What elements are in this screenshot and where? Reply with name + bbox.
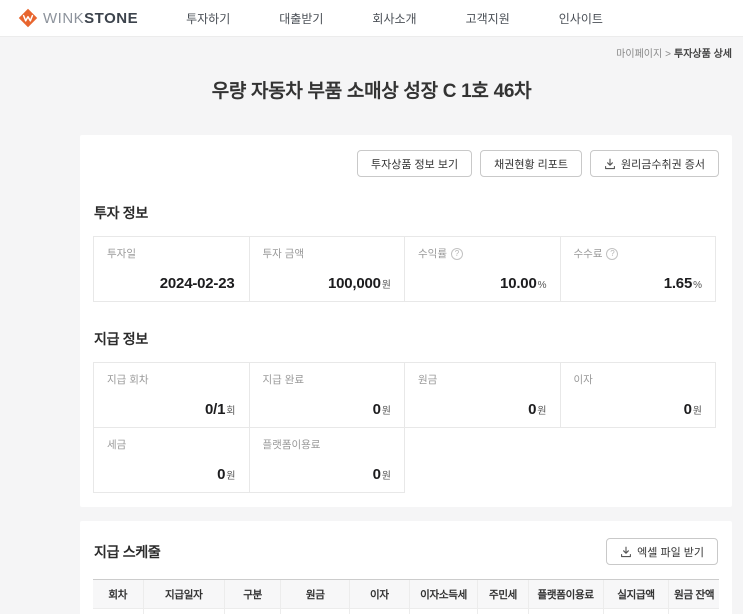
cell-net-payment: 101,684원	[602, 608, 669, 614]
schedule-table: 회차 지급일자 구분 원금 이자 이자소득세 주민세 플랫폼이용료 실지급액 원…	[93, 579, 719, 614]
breadcrumb-parent[interactable]: 마이페이지	[616, 49, 662, 60]
tax-cell: 세금 0원	[93, 427, 250, 493]
payment-complete-cell: 지급 완료 0원	[248, 362, 405, 428]
investment-info-grid: 투자일 2024-02-23 투자 금액 100,000원 수익률 ? 10.0…	[93, 236, 719, 302]
payment-count-cell: 지급 회차 0/1회	[93, 362, 250, 428]
certificate-button-label: 원리금수취권 증서	[620, 158, 705, 171]
yield-help-icon[interactable]: ?	[450, 247, 463, 260]
payment-info-heading: 지급 정보	[94, 331, 148, 347]
col-header-interest: 이자	[349, 579, 410, 609]
investment-detail-card: 투자상품 정보 보기 채권현황 리포트 원리금수취권 증서 투자 정보 투자일 …	[80, 135, 732, 507]
cell-principal-balance: 0원	[668, 608, 719, 614]
col-header-resident-tax: 주민세	[477, 579, 529, 609]
card-actions: 투자상품 정보 보기 채권현황 리포트 원리금수취권 증서	[93, 150, 719, 177]
header: WINKSTONE 투자하기 대출받기 회사소개 고객지원 인사이트	[0, 0, 743, 37]
payment-schedule-card: 지급 스케줄 엑셀 파일 받기 회차 지급일자 구분 원금 이자 이자소득세 주…	[80, 521, 732, 614]
yield-cell: 수익률 ? 10.00%	[404, 236, 561, 302]
schedule-header-row: 회차 지급일자 구분 원금 이자 이자소득세 주민세 플랫폼이용료 실지급액 원…	[93, 579, 719, 609]
nav-item-invest[interactable]: 투자하기	[186, 10, 230, 27]
payment-complete-value: 0	[372, 401, 381, 418]
interest-label: 이자	[573, 374, 593, 386]
bond-report-button-label: 채권현황 리포트	[494, 158, 568, 171]
fee-help-icon[interactable]: ?	[606, 247, 619, 260]
col-header-payment-date: 지급일자	[142, 579, 225, 609]
principal-value: 0	[528, 401, 537, 418]
yield-label: 수익률	[418, 248, 447, 260]
col-header-principal: 원금	[280, 579, 350, 609]
col-header-type: 구분	[223, 579, 281, 609]
download-icon	[620, 546, 632, 558]
invest-amount-value: 100,000	[327, 275, 381, 292]
brand-wordmark: WINKSTONE	[43, 9, 139, 27]
col-header-principal-balance: 원금 잔액	[668, 579, 719, 609]
page-title: 우량 자동차 부품 소매상 성장 C 1호 46차	[211, 81, 532, 102]
cell-interest: 2,459원	[349, 608, 410, 614]
invest-date-cell: 투자일 2024-02-23	[93, 236, 250, 302]
payment-count-label: 지급 회차	[107, 374, 149, 386]
breadcrumb: 마이페이지 > 투자상품 상세	[80, 37, 732, 60]
product-info-button[interactable]: 투자상품 정보 보기	[357, 150, 473, 177]
yield-value: 10.00	[500, 275, 537, 292]
bond-report-button[interactable]: 채권현황 리포트	[480, 150, 582, 177]
cell-interest-tax: 340원	[408, 608, 478, 614]
invest-amount-cell: 투자 금액 100,000원	[248, 236, 405, 302]
schedule-row: 1회차 2024-05-24 상환예정 100,000원 2,459원 340원…	[93, 608, 719, 614]
interest-cell: 이자 0원	[559, 362, 716, 428]
col-header-platform-fee: 플랫폼이용료	[527, 579, 604, 609]
col-header-net-payment: 실지급액	[602, 579, 669, 609]
platform-fee-label: 플랫폼이용료	[262, 439, 321, 451]
brand-diamond-icon	[18, 8, 38, 28]
fee-label: 수수료	[573, 248, 603, 260]
investment-info-heading: 투자 정보	[94, 205, 148, 221]
payment-count-value: 0/1	[205, 401, 226, 418]
fee-cell: 수수료 ? 1.65%	[559, 236, 716, 302]
nav-item-support[interactable]: 고객지원	[466, 10, 510, 27]
tax-value: 0	[217, 466, 226, 483]
main-nav: 투자하기 대출받기 회사소개 고객지원 인사이트	[186, 10, 603, 27]
excel-download-button-label: 엑셀 파일 받기	[637, 546, 704, 559]
breadcrumb-current: 투자상품 상세	[674, 49, 732, 60]
invest-amount-label: 투자 금액	[262, 248, 305, 260]
cell-principal: 100,000원	[280, 608, 350, 614]
principal-cell: 원금 0원	[404, 362, 561, 428]
col-header-round: 회차	[93, 579, 144, 609]
payment-info-grid: 지급 회차 0/1회 지급 완료 0원 원금 0원 이자 0원 세금 0원 플랫…	[93, 362, 719, 493]
col-header-interest-tax: 이자소득세	[408, 579, 478, 609]
download-icon	[604, 158, 616, 170]
excel-download-button[interactable]: 엑셀 파일 받기	[606, 538, 718, 565]
nav-item-loan[interactable]: 대출받기	[279, 10, 323, 27]
tax-label: 세금	[107, 439, 127, 451]
payment-complete-label: 지급 완료	[262, 374, 305, 386]
cell-platform-fee: 405원	[527, 608, 604, 614]
platform-fee-cell: 플랫폼이용료 0원	[248, 427, 405, 493]
nav-item-company[interactable]: 회사소개	[372, 10, 416, 27]
breadcrumb-separator: >	[665, 49, 672, 60]
cell-type: 상환예정	[223, 608, 281, 614]
invest-date-label: 투자일	[107, 248, 136, 260]
interest-value: 0	[683, 401, 692, 418]
nav-item-insight[interactable]: 인사이트	[559, 10, 603, 27]
brand-logo[interactable]: WINKSTONE	[18, 8, 138, 28]
schedule-heading: 지급 스케줄	[94, 543, 161, 560]
invest-date-value: 2024-02-23	[159, 275, 235, 292]
certificate-download-button[interactable]: 원리금수취권 증서	[589, 150, 719, 177]
principal-label: 원금	[418, 374, 438, 386]
cell-payment-date: 2024-05-24	[142, 608, 225, 614]
cell-resident-tax: 30원	[477, 608, 529, 614]
cell-round: 1회차	[93, 608, 144, 614]
platform-fee-value: 0	[372, 466, 381, 483]
product-info-button-label: 투자상품 정보 보기	[371, 158, 459, 171]
fee-value: 1.65	[663, 275, 693, 292]
